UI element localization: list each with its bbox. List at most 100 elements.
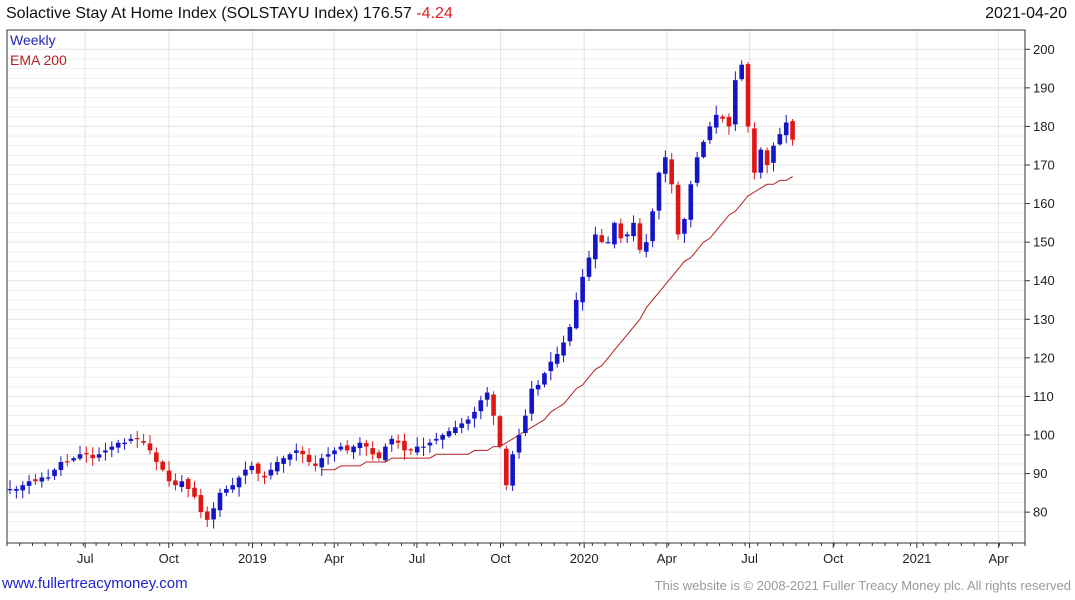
- candle-body: [593, 234, 598, 260]
- candle-body: [395, 440, 401, 443]
- candle-body: [631, 222, 636, 237]
- candle-body: [688, 184, 694, 220]
- candle-body: [192, 487, 197, 497]
- legend-ema: EMA 200: [10, 52, 67, 68]
- candle-body: [338, 446, 344, 450]
- candle-body: [523, 415, 528, 433]
- candle-body: [783, 122, 789, 136]
- website-link[interactable]: www.fullertreacymoney.com: [2, 575, 188, 592]
- candle-body: [71, 458, 76, 461]
- candle-body: [249, 465, 255, 471]
- y-tick-label: 200: [1033, 42, 1055, 57]
- candle-body: [790, 121, 795, 140]
- candle-body: [147, 443, 153, 451]
- candle-body: [128, 438, 134, 441]
- candle-body: [7, 489, 13, 491]
- candle-body: [745, 64, 751, 127]
- candle-body: [459, 423, 465, 428]
- candle-body: [542, 373, 547, 385]
- candle-body: [243, 469, 248, 476]
- candle-body: [427, 442, 433, 446]
- candle-body: [211, 508, 216, 520]
- candle-body: [529, 388, 535, 414]
- candle-body: [771, 145, 776, 163]
- y-tick-label: 140: [1033, 273, 1055, 288]
- candle-body: [84, 452, 89, 455]
- candle-body: [433, 438, 439, 441]
- candle-body: [160, 461, 165, 470]
- candle-body: [185, 479, 191, 489]
- candle-body: [484, 392, 490, 400]
- candle-body: [663, 157, 668, 174]
- candle-body: [389, 438, 395, 445]
- candle-body: [179, 481, 185, 487]
- candle-body: [325, 454, 331, 457]
- candle-body: [726, 116, 732, 127]
- candle-body: [758, 149, 764, 173]
- candle-body: [535, 384, 541, 390]
- ema-line: [321, 176, 793, 471]
- y-tick-label: 150: [1033, 235, 1055, 250]
- candle-body: [319, 458, 325, 468]
- candle-body: [675, 184, 681, 235]
- y-tick-label: 110: [1033, 389, 1054, 404]
- x-tick-label: Oct: [159, 551, 180, 566]
- candle-body: [408, 449, 414, 451]
- candle-body: [255, 463, 261, 474]
- candle-body: [166, 470, 172, 482]
- candle-body: [599, 235, 605, 243]
- y-tick-label: 120: [1033, 350, 1055, 365]
- candle-body: [637, 223, 643, 250]
- candle-body: [497, 416, 503, 447]
- legend-frequency: Weekly: [10, 32, 56, 48]
- candle-body: [643, 242, 649, 252]
- ema-series: [321, 176, 793, 471]
- candle-body: [357, 442, 363, 448]
- candle-body: [344, 445, 350, 451]
- candle-body: [300, 450, 305, 455]
- candle-body: [656, 172, 662, 211]
- candle-body: [669, 159, 674, 185]
- x-tick-label: Oct: [490, 551, 511, 566]
- candle-body: [313, 463, 318, 466]
- candle-body: [109, 446, 115, 450]
- candle-body: [268, 469, 274, 476]
- candle-body: [465, 419, 471, 424]
- y-tick-label: 170: [1033, 158, 1055, 173]
- candle-body: [777, 134, 783, 145]
- candle-body: [39, 477, 45, 482]
- x-tick-label: Jul: [741, 551, 758, 566]
- candle-body: [554, 354, 560, 364]
- candle-body: [446, 431, 452, 437]
- candle-body: [26, 481, 32, 486]
- candle-body: [376, 452, 382, 459]
- candle-body: [586, 257, 592, 277]
- candle-body: [77, 454, 83, 459]
- candle-body: [580, 276, 585, 303]
- candle-body: [516, 435, 522, 453]
- x-tick-label: Oct: [823, 551, 844, 566]
- x-tick-label: 2020: [570, 551, 599, 566]
- candle-body: [440, 435, 445, 440]
- candle-body: [224, 489, 229, 493]
- candle-body: [402, 440, 407, 451]
- x-tick-label: Jul: [77, 551, 94, 566]
- x-axis: Jul Oct 2019 Apr Jul Oct 2020 Apr Jul Oct 2021 Apr: [6, 543, 1026, 566]
- grid-lines: [7, 30, 1025, 543]
- candle-body: [262, 475, 267, 478]
- candle-body: [141, 441, 146, 443]
- y-tick-label: 80: [1033, 505, 1047, 520]
- x-tick-label: Apr: [657, 551, 678, 566]
- candle-body: [624, 234, 630, 237]
- candle-body: [198, 495, 204, 513]
- candle-body: [294, 450, 299, 453]
- candle-body: [414, 446, 420, 453]
- candle-body: [548, 361, 554, 372]
- x-tick-label: Apr: [324, 551, 345, 566]
- candle-body: [370, 448, 375, 455]
- y-tick-label: 160: [1033, 196, 1055, 211]
- candle-body: [720, 116, 725, 119]
- candle-body: [306, 454, 312, 462]
- candle-body: [154, 452, 159, 462]
- candle-body: [453, 427, 458, 433]
